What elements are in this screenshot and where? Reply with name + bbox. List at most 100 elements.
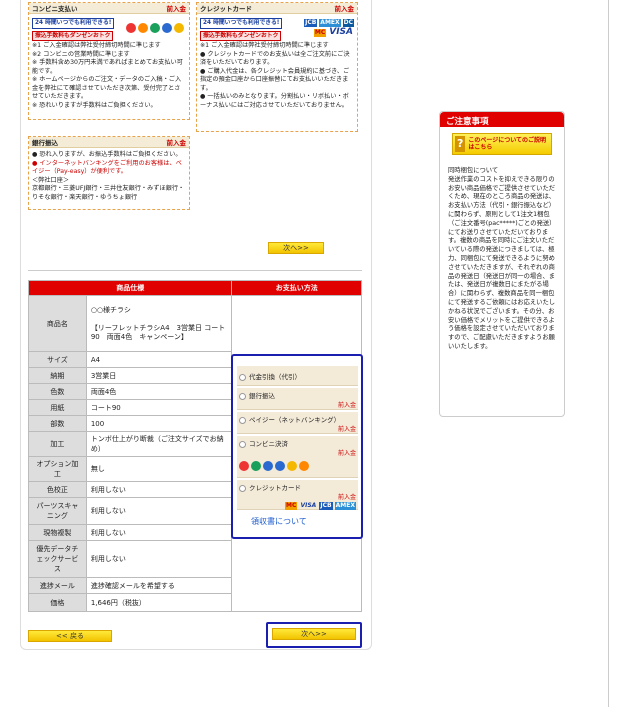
page-frame: コンビニ支払い 前入金 24 時間いつでも利用できる! 振込手数料もダンゼンおトク… — [0, 0, 609, 707]
jcb-icon: JCB — [304, 19, 318, 27]
seven-eleven-icon — [239, 461, 249, 471]
familymart-icon — [150, 23, 160, 33]
lawson-icon — [162, 23, 172, 33]
payment-option-fee: 前入金 — [337, 494, 356, 501]
conveni-note-4: ※ ホームページからのご注文・データのご入稿・ご入金を弊社にて確認させていただき… — [32, 76, 182, 100]
spec-value: ○○様チラシ 【リーフレットチラシA4 3営業日 コート90 両面4色 キャンペ… — [85, 295, 233, 352]
radio-icon[interactable] — [239, 484, 246, 492]
payment-option-label: 銀行振込 — [249, 392, 275, 400]
credit-title: クレジットカード — [200, 5, 252, 13]
seven-eleven-icon — [126, 23, 136, 33]
spec-value: 利用しない — [85, 497, 233, 525]
notice-body: 同時梱包について 発送作業のコストを抑えできる限りのお安い商品価格でご提供させて… — [448, 167, 556, 350]
notice-panel: ご注意事項 ? このページについてのご説明はこちら 同時梱包について 発送作業のコ… — [439, 111, 565, 417]
spec-label: 色数 — [28, 383, 87, 400]
amex-icon: AMEX — [334, 502, 356, 510]
payment-options: 代金引換（代引） 銀行振込前入金 ペイジー（ネットバンキング） 前入金 コンビニ決… — [231, 354, 363, 539]
ministop-icon — [138, 23, 148, 33]
lawson-icon — [263, 461, 273, 471]
spec-value: 無し — [85, 456, 233, 482]
spec-label: パーツスキャニング — [28, 497, 87, 525]
seicomart-icon — [287, 461, 297, 471]
conveni-tag-24h: 24 時間いつでも利用できる! — [32, 18, 115, 29]
next-button-bottom[interactable]: 次へ>> — [272, 628, 356, 640]
credit-tag-fee: 振込手数料もダンゼンおトク — [200, 30, 282, 41]
conveni-note-2: ※2 コンビニの営業時間に準じます — [32, 50, 130, 58]
conveni-note-1: ※1 ご入金確認は弊社受付締切時間に準じます — [32, 42, 161, 49]
conveni-title: コンビニ支払い — [32, 5, 78, 13]
radio-icon[interactable] — [239, 416, 246, 424]
payment-option-fee: 前入金 — [337, 402, 356, 409]
payment-option-cod[interactable]: 代金引換（代引） — [237, 366, 358, 386]
conveni-tag-fee: 振込手数料もダンゼンおトク — [32, 30, 114, 41]
credit-brand-logos: MC VISA JCB AMEX — [239, 501, 356, 510]
familymart-icon — [251, 461, 261, 471]
spec-value: 3営業日 — [85, 367, 233, 384]
spec-value: コート90 — [85, 399, 233, 416]
bank-box: 銀行振込 前入金 ● 恐れ入りますが、お振込手数料はご負担ください。 ● インター… — [28, 136, 190, 210]
spec-label: 用紙 — [28, 399, 87, 416]
mastercard-icon: MC — [284, 502, 298, 510]
spec-label: 優先データチェックサービス — [28, 540, 87, 578]
spec-label: 現物複製 — [28, 524, 87, 541]
page-help-button[interactable]: ? このページについてのご説明はこちら — [452, 133, 552, 155]
conveni-note-3: ※ 手数料含め30万円未満であればまとめてお支払い可能です。 — [32, 59, 183, 75]
payment-option-conveni[interactable]: コンビニ決済前入金 — [237, 436, 358, 478]
bank-title: 銀行振込 — [32, 139, 58, 147]
payment-option-fee: 前入金 — [337, 450, 356, 457]
mastercard-icon: MC — [313, 28, 327, 37]
payment-option-credit[interactable]: クレジットカード前入金 MC VISA JCB AMEX — [237, 480, 358, 510]
payment-option-payeasy[interactable]: ペイジー（ネットバンキング） 前入金 — [237, 412, 358, 434]
page-help-label: このページについてのご説明はこちら — [468, 137, 547, 151]
radio-icon[interactable] — [239, 392, 246, 400]
bank-fee: 前入金 — [166, 139, 187, 147]
spec-label: 色校正 — [28, 481, 87, 498]
back-button[interactable]: << 戻る — [28, 630, 112, 642]
question-mark-icon: ? — [455, 136, 466, 152]
payment-option-label: コンビニ決済 — [249, 440, 288, 448]
spec-label: 商品名 — [28, 295, 87, 352]
payment-option-bank[interactable]: 銀行振込前入金 — [237, 388, 358, 410]
credit-note-3: ● ご購入代金は、各クレジット会員規約に基づき、ご指定の預金口座から口座振替にて… — [200, 67, 350, 92]
spec-value: 利用しない — [85, 524, 233, 541]
bank-note: ● 恐れ入りますが、お振込手数料はご負担ください。 — [32, 151, 182, 158]
bank-payeasy-note: ● インターネットバンキングをご利用のお客様は、ペイジー（Pay-easy）が便… — [32, 159, 182, 176]
spec-value: A4 — [85, 351, 233, 368]
credit-note-2: ● クレジットカードでのお支払いは全ご注文前にご決済をいただいております。 — [200, 50, 350, 67]
ministop-icon — [275, 461, 285, 471]
conveni-note-5: ※ 恐れいりますが手数料はご負担ください。 — [32, 101, 157, 109]
spec-value: 進捗確認メールを希望する — [85, 577, 233, 594]
spec-label: オプション加工 — [28, 456, 87, 482]
receipt-link[interactable]: 領収書について — [251, 516, 307, 527]
next-button-top[interactable]: 次へ>> — [268, 242, 324, 254]
credit-tag-24h: 24 時間いつでも利用できる! — [200, 18, 283, 29]
daily-icon — [174, 23, 184, 33]
spec-value: 利用しない — [85, 481, 233, 498]
credit-note-1: ※1 ご入金確認は弊社受付締切時間に準じます — [200, 42, 329, 49]
radio-icon[interactable] — [239, 373, 246, 381]
spec-label: 進捗メール — [28, 577, 87, 594]
conveni-logos — [239, 461, 356, 471]
payment-option-fee: 前入金 — [337, 426, 356, 433]
spec-value: 利用しない — [85, 540, 233, 578]
conveni-fee: 前入金 — [166, 5, 187, 13]
spec-value: 1,646円（税抜） — [85, 593, 233, 612]
spec-label: 部数 — [28, 415, 87, 432]
spec-value: 両面4色 — [85, 383, 233, 400]
bank-account-title: ＜弊社口座＞ — [32, 176, 70, 184]
radio-icon[interactable] — [239, 440, 246, 448]
notice-title: ご注意事項 — [440, 112, 564, 127]
jcb-icon: JCB — [319, 502, 333, 510]
spec-header: 商品仕様 — [27, 280, 233, 296]
credit-note-4: ● 一括払いのみとなります。分割払い・リボ払い・ボーナス払いにはご対応させていた… — [200, 93, 349, 109]
visa-icon: VISA — [300, 502, 317, 509]
payment-option-label: クレジットカード — [249, 484, 301, 492]
payment-option-label: 代金引換（代引） — [249, 373, 301, 381]
spec-label: 価格 — [28, 593, 87, 612]
payment-header: お支払い方法 — [231, 280, 362, 296]
payment-option-label: ペイジー（ネットバンキング） — [249, 416, 341, 424]
credit-box: クレジットカード 前入金 24 時間いつでも利用できる! 振込手数料もダンゼンおト… — [196, 2, 358, 132]
credit-fee: 前入金 — [334, 5, 355, 13]
spec-label: 納期 — [28, 367, 87, 384]
spec-label: サイズ — [28, 351, 87, 368]
